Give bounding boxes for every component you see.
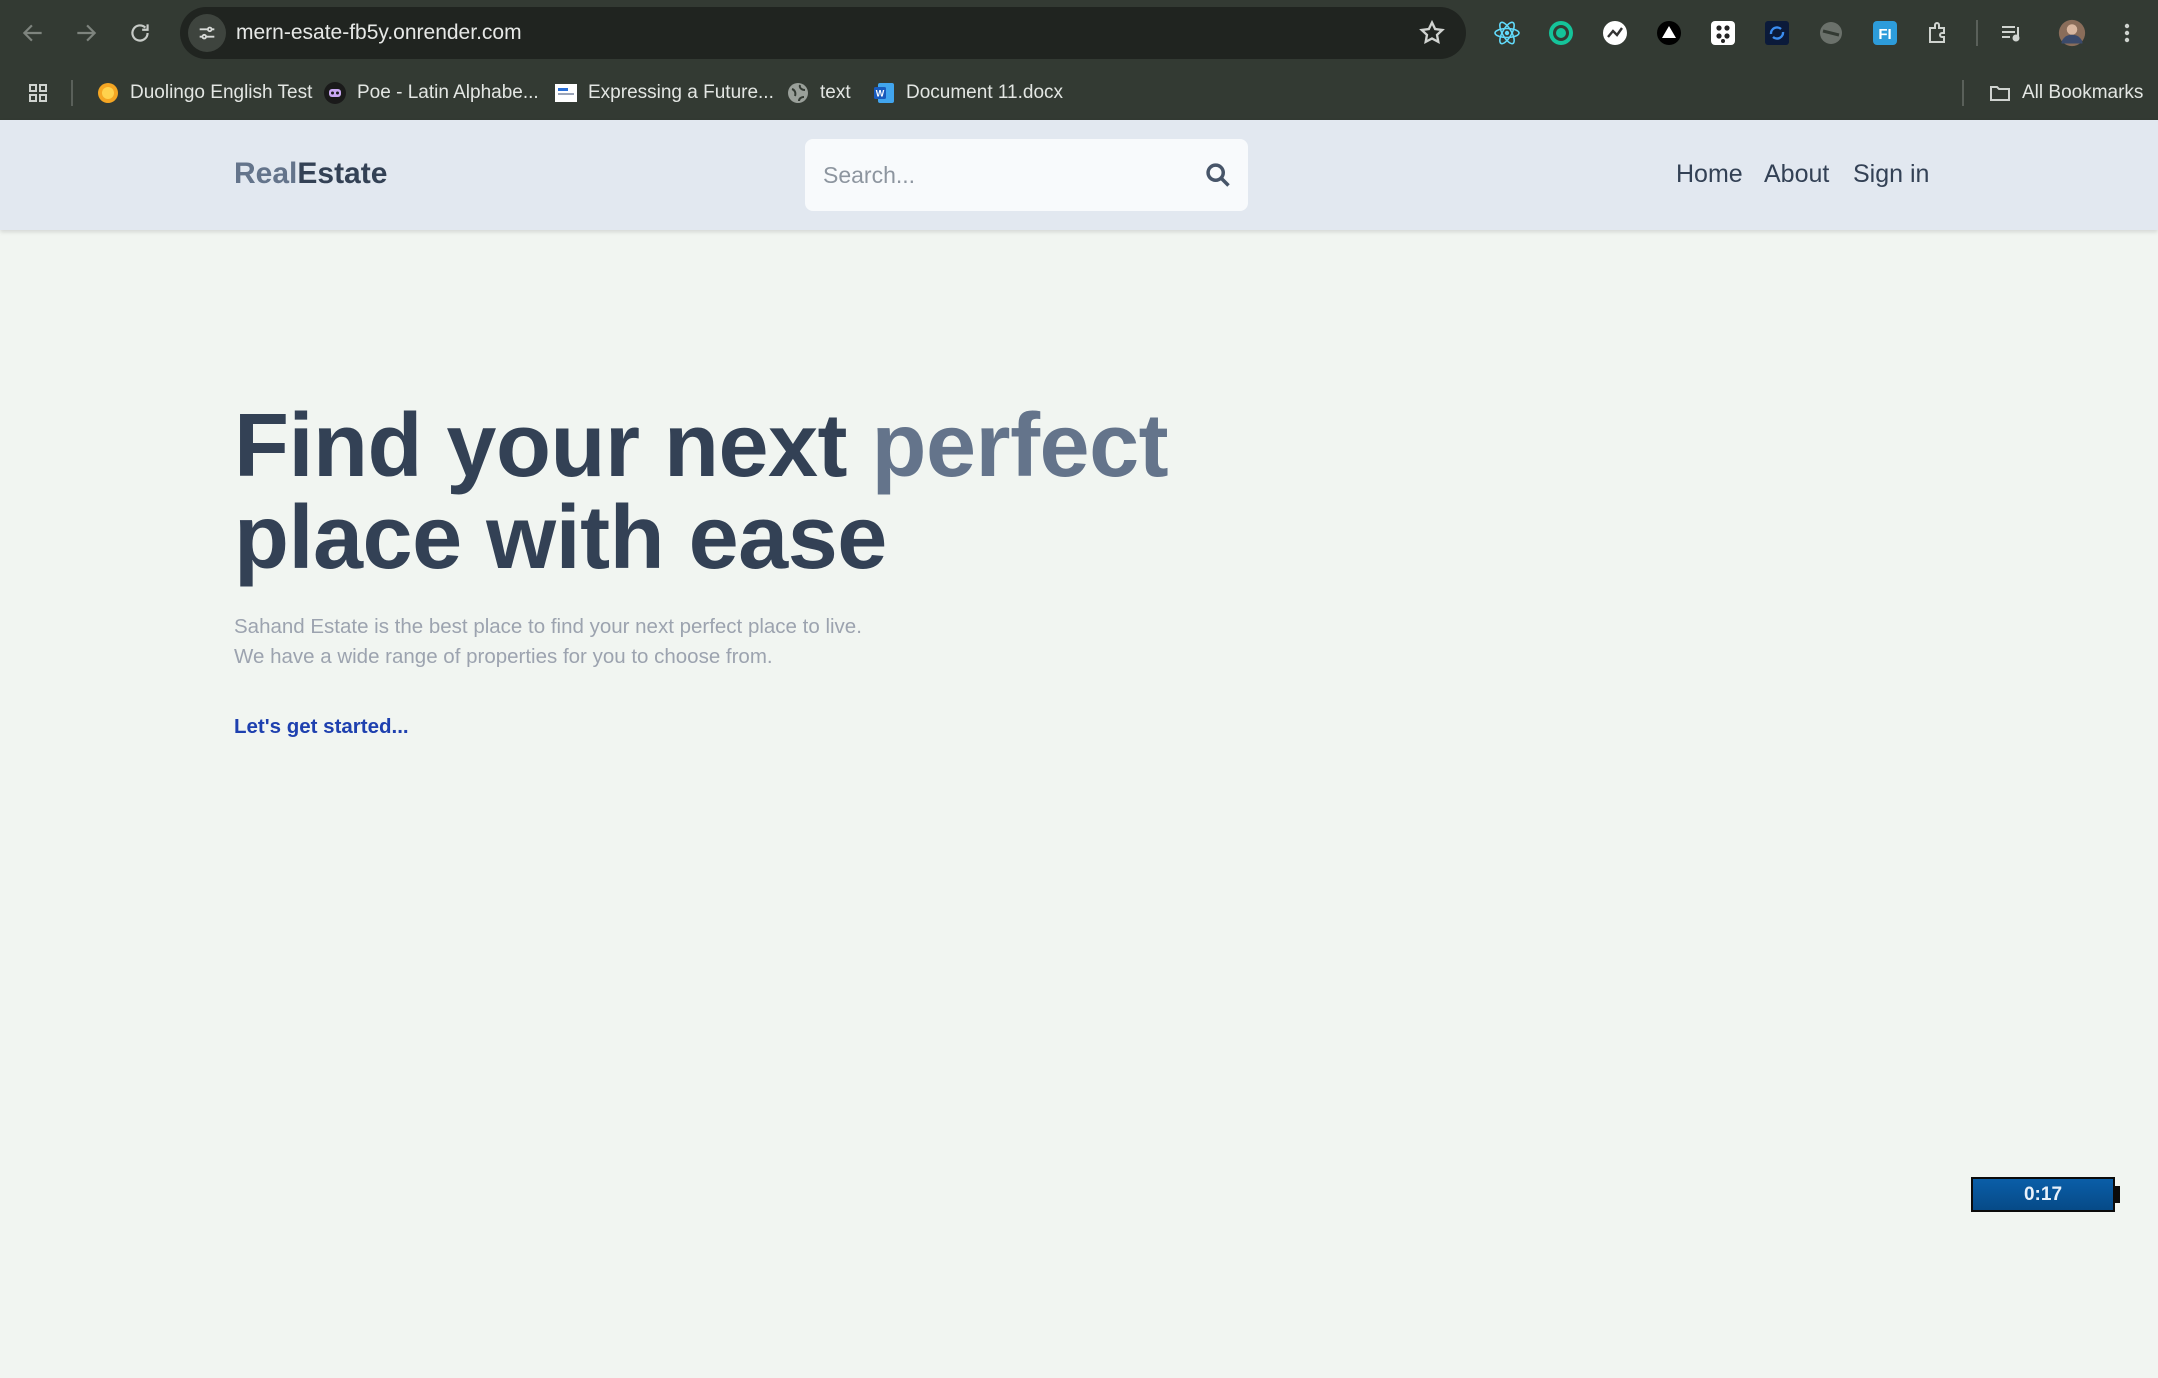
tune-icon bbox=[199, 26, 215, 40]
toolbar-separator bbox=[1976, 20, 1978, 46]
svg-text:FI: FI bbox=[1878, 26, 1891, 43]
hero-title-highlight: perfect bbox=[871, 396, 1169, 496]
bookmark-label: text bbox=[820, 82, 851, 103]
hero-subtitle: Sahand Estate is the best place to find … bbox=[234, 612, 1134, 672]
bookmark-label: Poe - Latin Alphabe... bbox=[357, 82, 539, 103]
web-page: RealEstate Home About Sign in Find your … bbox=[0, 120, 2158, 1378]
fi-extension-icon[interactable]: FI bbox=[1870, 18, 1900, 48]
get-started-link[interactable]: Let's get started... bbox=[234, 712, 409, 742]
site-info-button[interactable] bbox=[188, 14, 226, 52]
bookmark-text[interactable]: text bbox=[786, 76, 851, 110]
hero-title-part2: place with ease bbox=[234, 488, 887, 588]
dots-extension-icon[interactable] bbox=[1708, 18, 1738, 48]
site-header: RealEstate Home About Sign in bbox=[0, 120, 2158, 230]
bookmark-poe[interactable]: Poe - Latin Alphabe... bbox=[323, 76, 539, 110]
bookmark-star-button[interactable] bbox=[1418, 19, 1446, 47]
bookmarks-separator bbox=[1962, 80, 1964, 106]
sync-extension-icon[interactable] bbox=[1762, 18, 1792, 48]
folder-icon bbox=[1988, 81, 2012, 105]
address-bar[interactable]: mern-esate-fb5y.onrender.com bbox=[180, 7, 1466, 59]
apps-grid-icon bbox=[26, 81, 50, 105]
browser-toolbar: mern-esate-fb5y.onrender.com FI bbox=[0, 0, 2158, 66]
nav-sign-in[interactable]: Sign in bbox=[1853, 156, 1929, 192]
nav-home[interactable]: Home bbox=[1676, 156, 1743, 192]
site-logo[interactable]: RealEstate bbox=[234, 156, 387, 192]
bookmark-label: Document 11.docx bbox=[906, 82, 1064, 103]
hero-subtitle-line2: We have a wide range of properties for y… bbox=[234, 645, 773, 668]
svg-text:W: W bbox=[876, 89, 885, 99]
react-devtools-icon[interactable] bbox=[1492, 18, 1522, 48]
bookmark-duolingo[interactable]: Duolingo English Test bbox=[96, 76, 312, 110]
triangle-extension-icon[interactable] bbox=[1654, 18, 1684, 48]
logo-estate: Estate bbox=[297, 157, 388, 190]
bookmark-label: Expressing a Future... bbox=[588, 82, 774, 103]
globe-icon bbox=[786, 81, 810, 105]
logo-real: Real bbox=[234, 157, 298, 190]
bookmarks-bar: Duolingo English Test Poe - Latin Alphab… bbox=[0, 66, 2158, 120]
arrow-left-icon bbox=[22, 24, 42, 42]
extensions-puzzle-icon[interactable] bbox=[1924, 18, 1954, 48]
poe-robot-icon bbox=[323, 81, 347, 105]
bookmark-label: Duolingo English Test bbox=[130, 82, 313, 103]
duolingo-sun-icon bbox=[96, 81, 120, 105]
all-bookmarks-button[interactable]: All Bookmarks bbox=[1988, 76, 2143, 110]
timer-nub bbox=[2114, 1186, 2120, 1203]
analytics-extension-icon[interactable] bbox=[1600, 18, 1630, 48]
target-extension-icon[interactable] bbox=[1546, 18, 1576, 48]
search-input[interactable] bbox=[823, 139, 1203, 211]
forward-button[interactable] bbox=[67, 14, 105, 52]
arrow-right-icon bbox=[77, 24, 97, 42]
recording-timer: 0:17 bbox=[1971, 1177, 2115, 1212]
bookmark-document[interactable]: W Document 11.docx bbox=[872, 76, 1063, 110]
hero-title: Find your next perfect place with ease bbox=[234, 400, 1334, 584]
document-thumbnail-icon bbox=[554, 81, 578, 105]
star-icon bbox=[1419, 19, 1445, 45]
more-options-icon[interactable] bbox=[2112, 18, 2142, 48]
search-icon bbox=[1206, 163, 1230, 187]
reload-button[interactable] bbox=[121, 14, 159, 52]
search-button[interactable] bbox=[1204, 161, 1232, 189]
bookmarks-separator bbox=[71, 80, 73, 106]
bookmark-expressing-future[interactable]: Expressing a Future... bbox=[554, 76, 774, 110]
back-button[interactable] bbox=[14, 14, 52, 52]
grey-extension-icon[interactable] bbox=[1816, 18, 1846, 48]
nav-about[interactable]: About bbox=[1764, 156, 1829, 192]
browser-chrome: mern-esate-fb5y.onrender.com FI Duolingo… bbox=[0, 0, 2158, 120]
word-doc-icon: W bbox=[872, 81, 896, 105]
profile-avatar[interactable] bbox=[2056, 17, 2088, 49]
reload-icon bbox=[131, 24, 149, 42]
hero-title-part1: Find your next bbox=[234, 396, 872, 496]
apps-button[interactable] bbox=[26, 76, 60, 110]
media-control-icon[interactable] bbox=[1997, 18, 2027, 48]
search-form bbox=[805, 139, 1248, 211]
url-text[interactable]: mern-esate-fb5y.onrender.com bbox=[236, 7, 522, 59]
hero-subtitle-line1: Sahand Estate is the best place to find … bbox=[234, 615, 862, 638]
all-bookmarks-label: All Bookmarks bbox=[2022, 82, 2144, 103]
